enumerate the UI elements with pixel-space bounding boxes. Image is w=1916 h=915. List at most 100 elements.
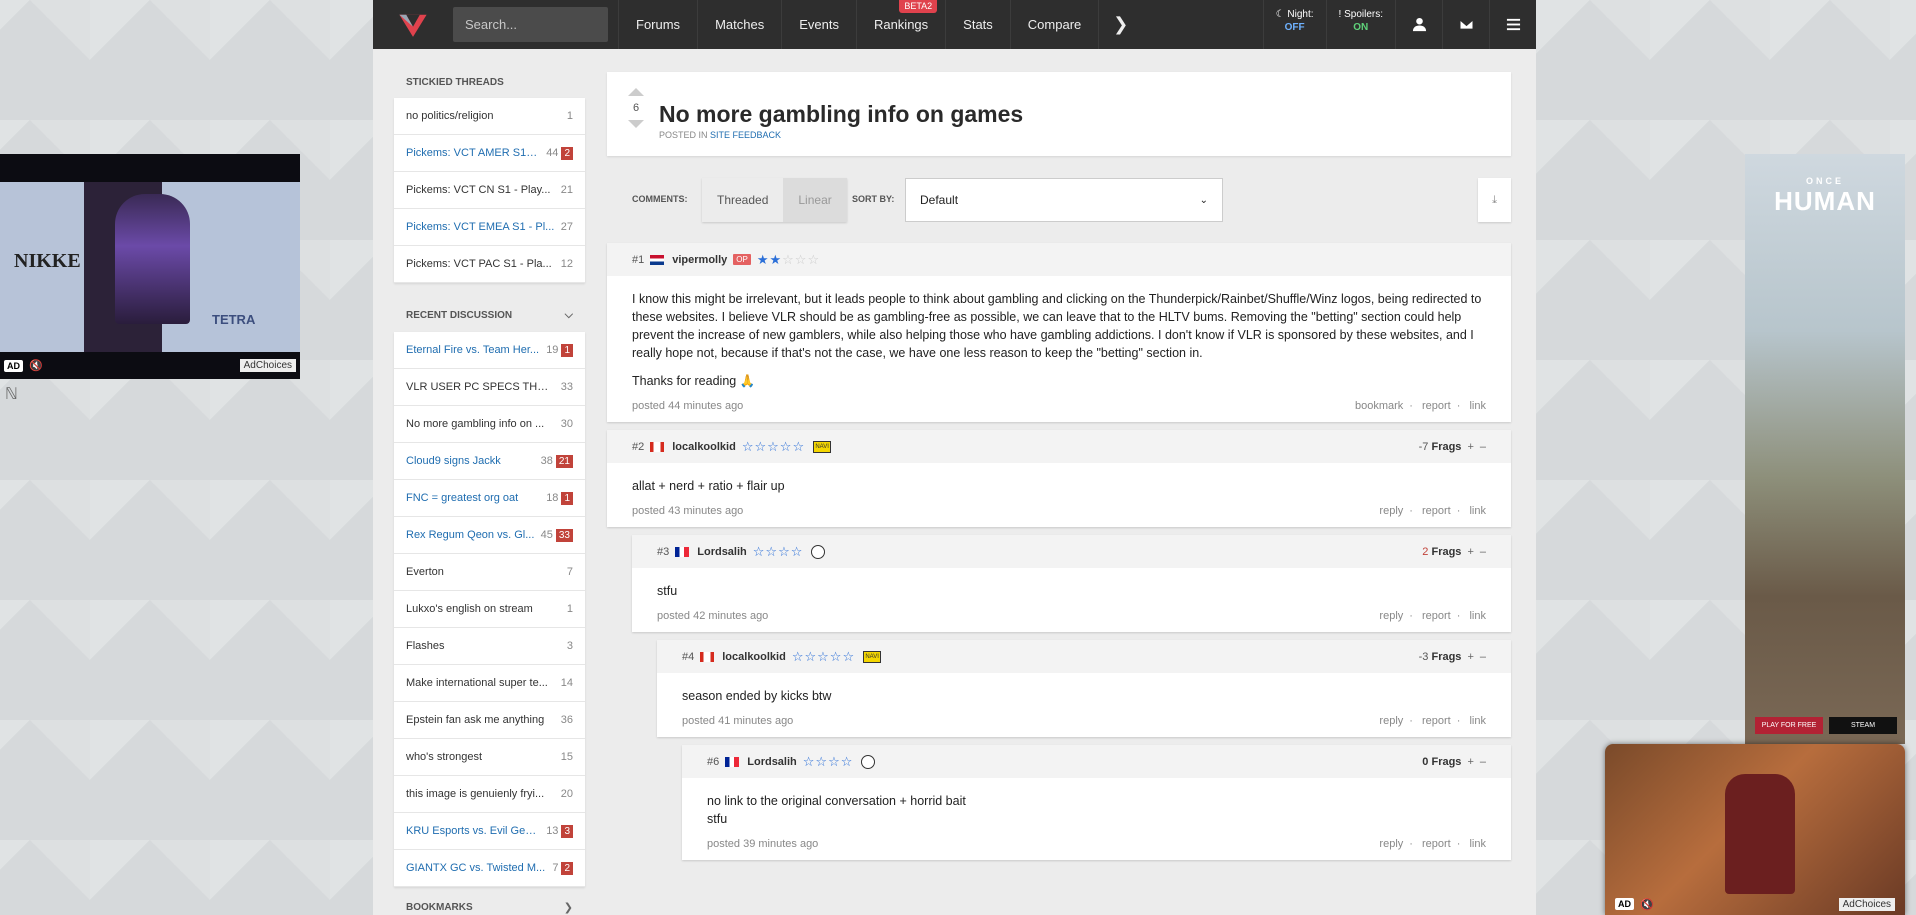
sidebar-thread-item[interactable]: Pickems: VCT CN S1 - Play... 21 [394, 172, 585, 209]
collapse-all-button[interactable]: ⤓ [1478, 178, 1511, 222]
nav-forums[interactable]: Forums [618, 0, 697, 49]
mute-icon[interactable]: 🔇 [29, 359, 43, 372]
comment-post: #2 localkoolkid ☆☆☆☆☆ NAVI -7 Frags + – al… [607, 430, 1511, 527]
comment-number[interactable]: #4 [682, 651, 694, 663]
sidebar-thread-item[interactable]: Pickems: VCT EMEA S1 - Pl... 27 [394, 209, 585, 246]
nav-rankings[interactable]: Rankings BETA2 [855, 0, 945, 49]
upvote-arrow-icon[interactable] [628, 80, 644, 96]
sidebar-thread-item[interactable]: No more gambling info on ... 30 [394, 406, 585, 443]
report-link[interactable]: report [1422, 400, 1451, 412]
category-link[interactable]: SITE FEEDBACK [710, 130, 781, 140]
minus-icon[interactable]: – [1480, 651, 1486, 663]
comment-number[interactable]: #6 [707, 756, 719, 768]
nav-events[interactable]: Events [781, 0, 856, 49]
rank-stars-icon: ☆☆☆☆ [752, 543, 804, 559]
report-link[interactable]: report [1422, 505, 1451, 517]
flag-icon [700, 651, 715, 662]
downvote-arrow-icon[interactable] [628, 120, 644, 136]
plus-icon[interactable]: + [1467, 756, 1473, 768]
search-box[interactable] [453, 7, 608, 42]
comment-number[interactable]: #3 [657, 546, 669, 558]
link-link[interactable]: link [1469, 400, 1486, 412]
report-link[interactable]: report [1422, 838, 1451, 850]
stickied-header: STICKIED THREADS [406, 77, 504, 88]
link-link[interactable]: link [1469, 505, 1486, 517]
bookmarks-header[interactable]: BOOKMARKS ❯ [394, 887, 585, 915]
nav-compare[interactable]: Compare [1009, 0, 1098, 49]
recent-header[interactable]: RECENT DISCUSSION ⌵ [394, 283, 585, 332]
comment-author[interactable]: vipermolly [672, 254, 727, 266]
comment-author[interactable]: localkoolkid [672, 441, 736, 453]
nav-rankings-label: Rankings [873, 17, 929, 32]
report-link[interactable]: report [1422, 715, 1451, 727]
spoilers-value: ON [1353, 22, 1369, 33]
sidebar-thread-item[interactable]: Eternal Fire vs. Team Her... 19 1 [394, 332, 585, 369]
nav-more-button[interactable]: ❯ [1098, 0, 1142, 49]
link-link[interactable]: link [1469, 610, 1486, 622]
bookmark-link[interactable]: bookmark [1355, 400, 1403, 412]
video-ad[interactable]: AD 🔇 AdChoices [1605, 744, 1905, 915]
reply-link[interactable]: reply [1379, 838, 1403, 850]
reply-link[interactable]: reply [1379, 610, 1403, 622]
frags-label: Frags [1431, 650, 1462, 663]
link-link[interactable]: link [1469, 715, 1486, 727]
sidebar-thread-item[interactable]: Epstein fan ask me anything 36 [394, 702, 585, 739]
sidebar-thread-item[interactable]: Everton 7 [394, 554, 585, 591]
comment-text: allat + nerd + ratio + flair up [632, 479, 785, 493]
adchoices-link[interactable]: AdChoices [1838, 897, 1895, 911]
link-link[interactable]: link [1469, 838, 1486, 850]
plus-icon[interactable]: + [1467, 651, 1473, 663]
minus-icon[interactable]: – [1480, 441, 1486, 453]
frags-value: 2 [1422, 545, 1429, 558]
minus-icon[interactable]: – [1480, 546, 1486, 558]
thread-title: Lukxo's english on stream [406, 603, 533, 615]
sidebar-thread-item[interactable]: Rex Regum Qeon vs. Gl... 45 33 [394, 517, 585, 554]
sidebar-thread-item[interactable]: Lukxo's english on stream 1 [394, 591, 585, 628]
sidebar-thread-item[interactable]: who's strongest 15 [394, 739, 585, 776]
site-logo[interactable] [373, 0, 453, 49]
user-button[interactable] [1395, 0, 1442, 49]
mute-icon[interactable]: 🔇 [1640, 898, 1654, 911]
search-input[interactable] [465, 17, 608, 32]
sidebar-thread-item[interactable]: this image is genuienly fryi... 20 [394, 776, 585, 813]
comment-footer: posted 42 minutes ago reply · report · lin… [632, 600, 1511, 632]
menu-button[interactable] [1489, 0, 1536, 49]
comment-number[interactable]: #2 [632, 441, 644, 453]
mode-linear[interactable]: Linear [783, 178, 846, 222]
comment-header: #3 Lordsalih ☆☆☆☆ 2 Frags + – [632, 535, 1511, 568]
minus-icon[interactable]: – [1480, 756, 1486, 768]
sidebar-thread-item[interactable]: GIANTX GC vs. Twisted M... 7 2 [394, 850, 585, 887]
sidebar-thread-item[interactable]: Pickems: VCT AMER S1 -... 44 2 [394, 135, 585, 172]
reply-link[interactable]: reply [1379, 505, 1403, 517]
reply-link[interactable]: reply [1379, 715, 1403, 727]
sidebar-thread-item[interactable]: Cloud9 signs Jackk 38 21 [394, 443, 585, 480]
sidebar-thread-item[interactable]: Pickems: VCT PAC S1 - Pla... 12 [394, 246, 585, 283]
spoilers-toggle[interactable]: ! Spoilers: ON [1325, 0, 1395, 49]
sidebar-thread-item[interactable]: FNC = greatest org oat 18 1 [394, 480, 585, 517]
sidebar-thread-item[interactable]: Make international super te... 14 [394, 665, 585, 702]
sidebar-thread-item[interactable]: Flashes 3 [394, 628, 585, 665]
sidebar-thread-item[interactable]: VLR USER PC SPECS THRE... 33 [394, 369, 585, 406]
report-link[interactable]: report [1422, 610, 1451, 622]
comment-number[interactable]: #1 [632, 254, 644, 266]
nav-matches[interactable]: Matches [697, 0, 781, 49]
night-toggle[interactable]: ☾ Night: OFF [1262, 0, 1326, 49]
comment-author[interactable]: Lordsalih [747, 756, 797, 768]
adchoices-link[interactable]: AdChoices [239, 359, 296, 372]
messages-button[interactable] [1442, 0, 1489, 49]
comment-author[interactable]: localkoolkid [722, 651, 786, 663]
plus-icon[interactable]: + [1467, 441, 1473, 453]
steam-button[interactable]: STEAM [1829, 717, 1897, 734]
left-ad-banner[interactable]: NIKKE TETRA AD 🔇 AdChoices [0, 154, 300, 379]
comment-count: 7 [552, 862, 559, 874]
plus-icon[interactable]: + [1467, 546, 1473, 558]
comment-author[interactable]: Lordsalih [697, 546, 747, 558]
sort-select[interactable]: Default ⌄ [905, 178, 1223, 222]
sidebar-thread-item[interactable]: no politics/religion 1 [394, 98, 585, 135]
sidebar-thread-item[interactable]: KRU Esports vs. Evil Gen... 13 3 [394, 813, 585, 850]
thread-title: Pickems: VCT EMEA S1 - Pl... [406, 221, 555, 233]
nav-stats[interactable]: Stats [945, 0, 1010, 49]
right-ad-banner[interactable]: ONCE HUMAN PLAY FOR FREE STEAM [1745, 154, 1905, 744]
play-free-button[interactable]: PLAY FOR FREE [1755, 717, 1823, 734]
mode-threaded[interactable]: Threaded [702, 178, 784, 222]
